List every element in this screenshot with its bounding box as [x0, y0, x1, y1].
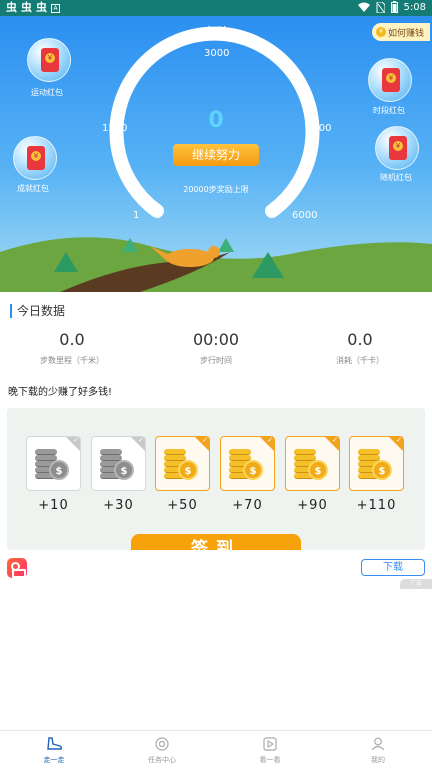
status-bar: 虫 虫 虫 A 5:08 [0, 0, 432, 16]
dollar-coin-icon: $ [243, 460, 263, 480]
sign-in-day-3[interactable]: ✓ $ [155, 436, 210, 491]
calories-value: 0.0 [347, 330, 373, 349]
target-icon [155, 737, 169, 751]
sign-in-button[interactable]: 签到 [131, 534, 301, 550]
promo-text: 晚下载的少赚了好多钱! [8, 387, 113, 398]
gauge-tick-3000: 3000 [204, 48, 230, 59]
checkmark-icon: ✓ [267, 436, 273, 444]
exercise-red-packet-bubble[interactable] [27, 38, 71, 82]
step-count: 0 [208, 108, 224, 133]
random-red-packet-label: 随机红包 [380, 173, 412, 182]
user-icon [371, 737, 385, 751]
page-title: 走路 [202, 26, 230, 42]
reward-day-2: +30 [103, 498, 134, 513]
tab-mine[interactable]: 我的 [324, 731, 432, 768]
checkmark-icon: ✓ [138, 436, 144, 444]
red-packet-icon [382, 68, 400, 92]
ad-tag: 广告 [400, 579, 432, 589]
calories-stat: 0.0 消耗（千卡） [288, 330, 432, 366]
red-packet-icon [27, 146, 45, 170]
reward-day-1: +10 [38, 498, 69, 513]
shoe-icon [47, 737, 62, 750]
gauge-tick-6000: 6000 [292, 210, 318, 221]
distance-label: 步数里程（千米） [40, 356, 104, 365]
checkmark-icon: ✓ [202, 436, 208, 444]
app-screen: 虫 虫 虫 A 5:08 走路 ¥ 如何赚钱 3000 1500 4500 1 … [0, 0, 432, 768]
period-red-packet-bubble[interactable] [368, 58, 412, 102]
download-button[interactable]: 下载 [361, 559, 425, 576]
checkmark-icon: ✓ [396, 436, 402, 444]
dollar-coin-icon: $ [49, 460, 69, 480]
battery-icon [390, 1, 398, 13]
calories-label: 消耗（千卡） [336, 356, 384, 365]
ad-app-icon[interactable] [7, 558, 27, 578]
status-time: 5:08 [403, 1, 426, 13]
sign-in-card: ✓ $ ✓ $ ✓ $ ✓ $ ✓ $ ✓ $ +10 +30 +50 +70 … [7, 408, 425, 550]
reward-limit-text: 20000步奖励上限 [183, 185, 249, 194]
reward-day-6: +110 [356, 498, 397, 513]
red-packet-icon [41, 48, 59, 72]
sign-in-day-2[interactable]: ✓ $ [91, 436, 146, 491]
reward-day-4: +70 [232, 498, 263, 513]
sign-in-day-6[interactable]: ✓ $ [349, 436, 404, 491]
period-red-packet-label: 时段红包 [373, 106, 405, 115]
status-system: 5:08 [357, 1, 426, 13]
step-hero: 走路 ¥ 如何赚钱 3000 1500 4500 1 6000 0 继续努力 2… [0, 16, 432, 292]
bottom-tab-bar: 走一走 任务中心 看一看 我的 [0, 730, 432, 768]
notification-icon-4: A [51, 3, 60, 13]
dollar-coin-icon: $ [308, 460, 328, 480]
notification-icon-1: 虫 [6, 1, 17, 14]
achievement-red-packet-bubble[interactable] [13, 136, 57, 180]
walk-time-value: 00:00 [192, 330, 240, 349]
reward-day-5: +90 [297, 498, 328, 513]
sign-in-day-4[interactable]: ✓ $ [220, 436, 275, 491]
walk-time-stat: 00:00 步行时间 [144, 330, 288, 366]
walk-time-label: 步行时间 [200, 356, 232, 365]
notification-icon-2: 虫 [21, 1, 32, 14]
dollar-coin-icon: $ [178, 460, 198, 480]
checkmark-icon: ✓ [73, 436, 79, 444]
coin-icon: ¥ [376, 27, 386, 37]
random-red-packet-bubble[interactable] [375, 126, 419, 170]
tab-walk-label: 走一走 [43, 756, 65, 764]
tab-mine-label: 我的 [371, 756, 385, 764]
tab-walk[interactable]: 走一走 [0, 731, 108, 768]
dollar-coin-icon: $ [372, 460, 392, 480]
distance-stat: 0.0 步数里程（千米） [0, 330, 144, 366]
reward-day-3: +50 [167, 498, 198, 513]
no-sim-icon [376, 1, 385, 13]
sign-in-day-5[interactable]: ✓ $ [285, 436, 340, 491]
tab-tasks[interactable]: 任务中心 [108, 731, 216, 768]
checkmark-icon: ✓ [332, 436, 338, 444]
exercise-red-packet-label: 运动红包 [31, 88, 63, 97]
notification-icon-3: 虫 [36, 1, 47, 14]
keep-going-button[interactable]: 继续努力 [173, 144, 259, 166]
tab-watch-label: 看一看 [259, 756, 281, 764]
gauge-tick-1: 1 [133, 210, 140, 221]
today-data-heading: 今日数据 [10, 304, 65, 318]
how-to-earn-button[interactable]: ¥ 如何赚钱 [372, 23, 430, 41]
red-packet-icon [389, 136, 407, 160]
wifi-icon [357, 2, 370, 12]
video-play-icon [263, 737, 277, 751]
sign-in-day-1[interactable]: ✓ $ [26, 436, 81, 491]
status-notifications: 虫 虫 虫 A [6, 2, 60, 14]
tab-tasks-label: 任务中心 [148, 756, 176, 764]
how-to-earn-label: 如何赚钱 [388, 28, 425, 39]
achievement-red-packet-label: 成就红包 [17, 184, 49, 193]
dollar-coin-icon: $ [114, 460, 134, 480]
tab-watch[interactable]: 看一看 [216, 731, 324, 768]
distance-value: 0.0 [59, 330, 85, 349]
